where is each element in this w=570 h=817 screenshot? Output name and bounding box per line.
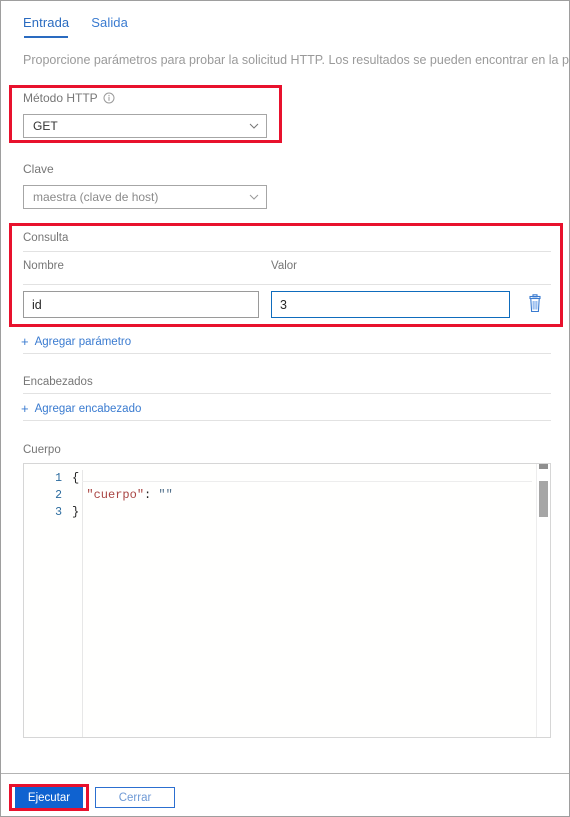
code-text: "cuerpo": "" <box>72 487 173 504</box>
divider <box>23 251 551 252</box>
http-method-select[interactable]: GET <box>23 114 267 138</box>
http-method-label: Método HTTP <box>23 91 115 105</box>
key-label-text: Clave <box>23 162 54 176</box>
key-value: maestra (clave de host) <box>33 190 159 204</box>
code-text: } <box>72 505 80 519</box>
add-parameter-label: Agregar parámetro <box>34 335 132 348</box>
trash-icon[interactable] <box>525 294 545 315</box>
body-section-title: Cuerpo <box>23 444 61 456</box>
info-circle-icon <box>103 92 115 104</box>
scrollbar-track-marker <box>539 464 548 469</box>
code-line: 1 { <box>24 470 550 487</box>
add-parameter-link[interactable]: + Agregar parámetro <box>21 335 131 348</box>
tab-bar: Entrada Salida <box>1 1 569 43</box>
divider <box>23 393 551 394</box>
headers-section-title: Encabezados <box>23 376 93 388</box>
run-button-label: Ejecutar <box>27 791 71 804</box>
scrollbar-thumb[interactable] <box>539 481 548 517</box>
editor-content: 1 { 2 "cuerpo": "" 3 } <box>24 470 550 737</box>
code-line: 3 } <box>24 504 550 521</box>
code-text: { <box>72 471 80 485</box>
line-number: 2 <box>55 489 62 502</box>
tab-entrada-label: Entrada <box>23 15 70 30</box>
key-select[interactable]: maestra (clave de host) <box>23 185 267 209</box>
close-button[interactable]: Cerrar <box>95 787 175 808</box>
query-name-input[interactable] <box>23 291 259 318</box>
code-token-colon: : <box>144 488 152 502</box>
key-label: Clave <box>23 162 54 176</box>
add-header-link[interactable]: + Agregar encabezado <box>21 402 141 415</box>
divider <box>23 420 551 421</box>
code-token-value: "" <box>158 488 173 502</box>
http-method-label-text: Método HTTP <box>23 91 98 105</box>
plus-icon: + <box>21 401 29 416</box>
code-line: 2 "cuerpo": "" <box>24 487 550 504</box>
body-code-editor[interactable]: 1 { 2 "cuerpo": "" 3 } <box>23 463 551 738</box>
chevron-down-icon <box>248 191 260 203</box>
divider <box>23 284 551 285</box>
plus-icon: + <box>21 334 29 349</box>
code-token-key: "cuerpo" <box>86 488 145 502</box>
line-number: 3 <box>55 506 62 519</box>
line-number: 1 <box>55 472 62 485</box>
http-test-panel: Entrada Salida Proporcione parámetros pa… <box>0 0 570 817</box>
tab-salida[interactable]: Salida <box>91 15 128 38</box>
tab-entrada[interactable]: Entrada <box>23 15 69 38</box>
editor-vertical-scrollbar[interactable] <box>536 464 550 737</box>
add-header-label: Agregar encabezado <box>34 402 142 415</box>
query-section-title: Consulta <box>23 232 69 244</box>
query-value-input[interactable] <box>271 291 510 318</box>
editor-line-separator <box>82 481 532 482</box>
query-column-value: Valor <box>271 260 297 272</box>
panel-description: Proporcione parámetros para probar la so… <box>23 53 570 67</box>
tab-salida-label: Salida <box>91 15 128 30</box>
http-method-value: GET <box>33 119 58 133</box>
divider <box>23 353 551 354</box>
run-button[interactable]: Ejecutar <box>15 787 83 808</box>
query-column-name: Nombre <box>23 260 64 272</box>
chevron-down-icon <box>248 120 260 132</box>
footer-separator <box>1 773 569 774</box>
close-button-label: Cerrar <box>118 791 152 804</box>
